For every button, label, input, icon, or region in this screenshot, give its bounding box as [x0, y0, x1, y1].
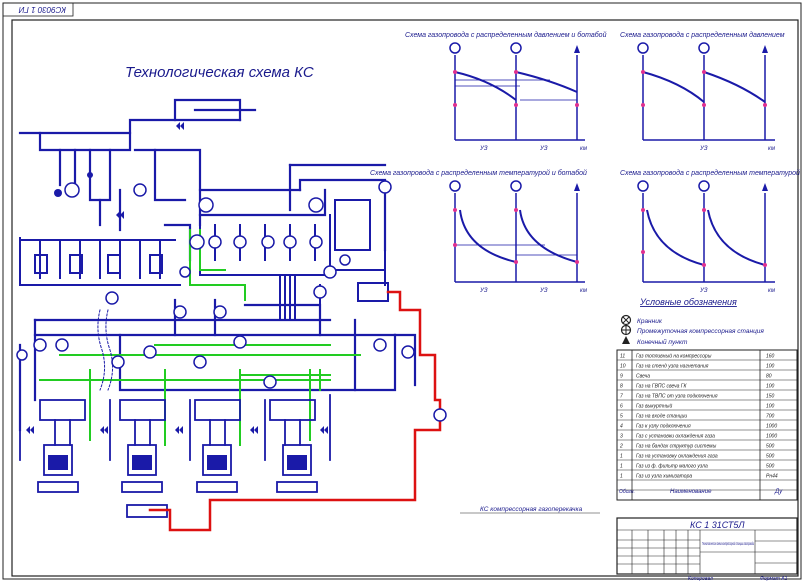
table-cell-n: 10 — [620, 364, 626, 370]
chart-2-title: Схема газопровода с распределенным давле… — [620, 31, 785, 39]
table-cell-val: 80 — [766, 374, 772, 380]
chart-3-axis-label-1: УЗ — [479, 288, 488, 294]
stamp-bottom-right: Формат А1 — [760, 576, 788, 582]
chart-1-axis-label-2: УЗ — [539, 146, 548, 152]
table-cell-val: Рн44 — [766, 474, 778, 480]
triangle-icon — [622, 336, 630, 344]
table-cell-val: 1000 — [766, 424, 777, 430]
table-cell-val: 1000 — [766, 434, 777, 440]
chart-2: Схема газопровода с распределенным давле… — [620, 31, 785, 152]
table-cell-n: 3 — [620, 434, 623, 440]
legend-item-1-label: Кранник — [637, 318, 663, 325]
table-cell-name: Газ из узла химизатора — [636, 474, 692, 480]
table-cell-n: 5 — [620, 414, 623, 420]
table-cell-name: Газ из ф. фильтр малого узла — [636, 464, 708, 470]
drawing-title: Технологическая схема КС — [125, 64, 314, 81]
table-cell-n: 8 — [620, 384, 623, 390]
chart-3-axis-label-3: км — [580, 288, 587, 294]
table-cell-n: 2 — [619, 444, 623, 450]
legend-item-2-label: Промежуточная компрессорная станция — [637, 328, 764, 335]
table-cell-n: 6 — [620, 404, 623, 410]
stamp-code: КС 1 31СТ5Л — [690, 520, 745, 530]
table-header-n: Обозн. — [619, 489, 635, 495]
title-block: КС 1 31СТ5Л Технологическая схема компре… — [616, 517, 798, 575]
table-cell-name: Газ на бандах структур системы — [636, 444, 717, 450]
valve-circle-icon — [620, 314, 632, 326]
table-cell-n: 7 — [620, 394, 623, 400]
chart-4-axis-label-2: км — [768, 288, 775, 294]
table-header-name: Наименование — [670, 489, 712, 495]
schematic — [16, 98, 447, 532]
legend: Условные обозначения Кранник Промежуточн… — [620, 297, 764, 346]
chart-1-title: Схема газопровода с распределенным давле… — [405, 31, 607, 39]
table-cell-val: 100 — [766, 404, 775, 410]
legend-item-3-label: Конечный пункт — [637, 338, 688, 346]
stamp-description: Технологическая схема компрессорной стан… — [702, 540, 754, 546]
table-cell-val: 160 — [766, 354, 775, 360]
table-header-val: Ду — [774, 489, 783, 495]
chart-3: Схема газопровода с распределенным темпе… — [370, 169, 587, 294]
chart-3-axis-label-2: УЗ — [539, 288, 548, 294]
table-cell-val: 500 — [766, 454, 775, 460]
chart-1: Схема газопровода с распределенным давле… — [405, 31, 607, 152]
table-cell-name: Газ на ГВПС свеча ГК — [636, 384, 688, 390]
table-cell-val: 100 — [766, 384, 775, 390]
table-cell-name: Газ на ТВПС от узла подключения — [636, 394, 718, 400]
table-cell-name: Газ на стенд узла нагнетания — [636, 364, 709, 370]
table-cell-val: 100 — [766, 364, 775, 370]
top-stamp-text: КС9030 1 ГИ — [19, 5, 66, 14]
legend-title: Условные обозначения — [639, 297, 737, 307]
table-footer-note: КС компрессорная газоперекачка — [480, 506, 583, 513]
table-cell-val: 500 — [766, 464, 775, 470]
table-cell-name: Свеча — [636, 374, 650, 380]
table-cell-val: 700 — [766, 414, 775, 420]
compressor-station-icon — [620, 324, 632, 336]
spec-table: 11 Газ топливный на компрессоры 16010 Газ н… — [616, 349, 798, 501]
chart-2-axis-label-2: км — [768, 146, 775, 152]
chart-3-title: Схема газопровода с распределенным темпе… — [370, 169, 587, 177]
chart-1-axis-label-1: УЗ — [479, 146, 488, 152]
chart-1-axis-label-3: км — [580, 146, 587, 152]
table-cell-n: 1 — [620, 474, 623, 480]
chart-4-title: Схема газопровода с распределенным темпе… — [620, 169, 800, 177]
table-cell-val: 150 — [766, 394, 775, 400]
table-cell-n: 4 — [620, 424, 623, 430]
table-cell-n: 1 — [620, 464, 623, 470]
technological-drawing: КС9030 1 ГИ Технологическая схема КС Схе… — [2, 2, 802, 582]
table-cell-name: Газ на установку охлаждения газа — [636, 454, 718, 460]
table-cell-val: 500 — [766, 444, 775, 450]
stamp-bottom-left: Копировал — [688, 576, 713, 582]
table-cell-name: Газ выкуртный — [636, 403, 672, 410]
table-cell-name: Газ к узлу подключения — [636, 424, 691, 430]
table-cell-n: 9 — [620, 374, 623, 380]
table-cell-name: Газ на входе станции — [636, 414, 687, 420]
chart-2-axis-label-1: УЗ — [699, 146, 708, 152]
table-cell-name: Газ с установки охлаждения газа — [636, 434, 715, 440]
table-cell-n: 11 — [620, 354, 625, 360]
chart-4: Схема газопровода с распределенным темпе… — [620, 169, 800, 294]
table-cell-n: 1 — [620, 454, 623, 460]
chart-4-axis-label-1: УЗ — [699, 288, 708, 294]
table-cell-name: Газ топливный на компрессоры — [636, 353, 712, 360]
